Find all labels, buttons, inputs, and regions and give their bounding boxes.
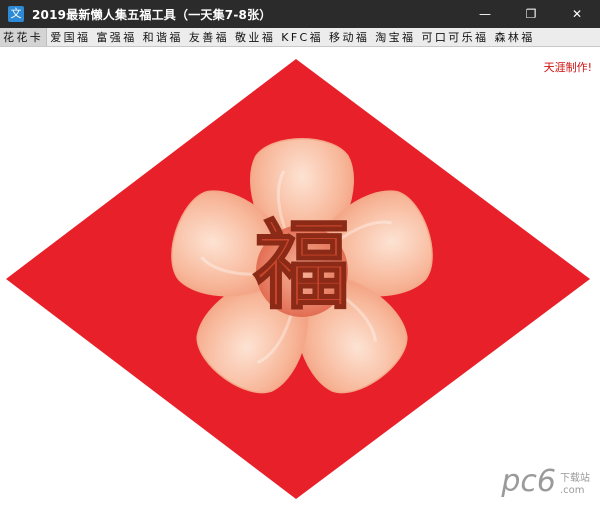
fu-card-image: 福 <box>6 59 590 499</box>
watermark-main: pc6 <box>501 464 556 499</box>
tab-kfcfu[interactable]: KFC福 <box>278 28 326 46</box>
tab-hexiefu[interactable]: 和谐福 <box>140 28 186 46</box>
tab-yidongfu[interactable]: 移动福 <box>326 28 372 46</box>
tab-aiguofu[interactable]: 爱国福 <box>47 28 93 46</box>
close-button[interactable]: ✕ <box>554 0 600 28</box>
watermark-sub: 下载站 <box>560 473 590 484</box>
app-icon: 文 <box>8 6 24 22</box>
fu-character: 福 <box>253 209 350 322</box>
tab-youshanfu[interactable]: 友善福 <box>186 28 232 46</box>
watermark-logo: pc6 下载站 .com <box>501 467 590 497</box>
tab-huahuaka[interactable]: 花花卡 <box>0 28 48 46</box>
author-note: 天涯制作! <box>543 61 592 74</box>
card-display-area: 福 天涯制作! pc6 下载站 .com <box>0 47 600 507</box>
title-bar: 文 2019最新懒人集五福工具（一天集7-8张） — ❐ ✕ <box>0 0 600 28</box>
tab-jingyefu[interactable]: 敬业福 <box>232 28 278 46</box>
minimize-button[interactable]: — <box>462 0 508 28</box>
tab-fuqiangfu[interactable]: 富强福 <box>93 28 139 46</box>
window-title: 2019最新懒人集五福工具（一天集7-8张） <box>32 7 272 22</box>
watermark-domain: .com <box>560 485 585 496</box>
maximize-button[interactable]: ❐ <box>508 0 554 28</box>
tab-taobaofu[interactable]: 淘宝福 <box>372 28 418 46</box>
window-controls: — ❐ ✕ <box>462 0 600 28</box>
tab-bar: 花花卡 爱国福 富强福 和谐福 友善福 敬业福 KFC福 移动福 淘宝福 可口可… <box>0 28 600 47</box>
tab-kekoukelefu[interactable]: 可口可乐福 <box>418 28 491 46</box>
tab-senlinfu[interactable]: 森林福 <box>491 28 537 46</box>
